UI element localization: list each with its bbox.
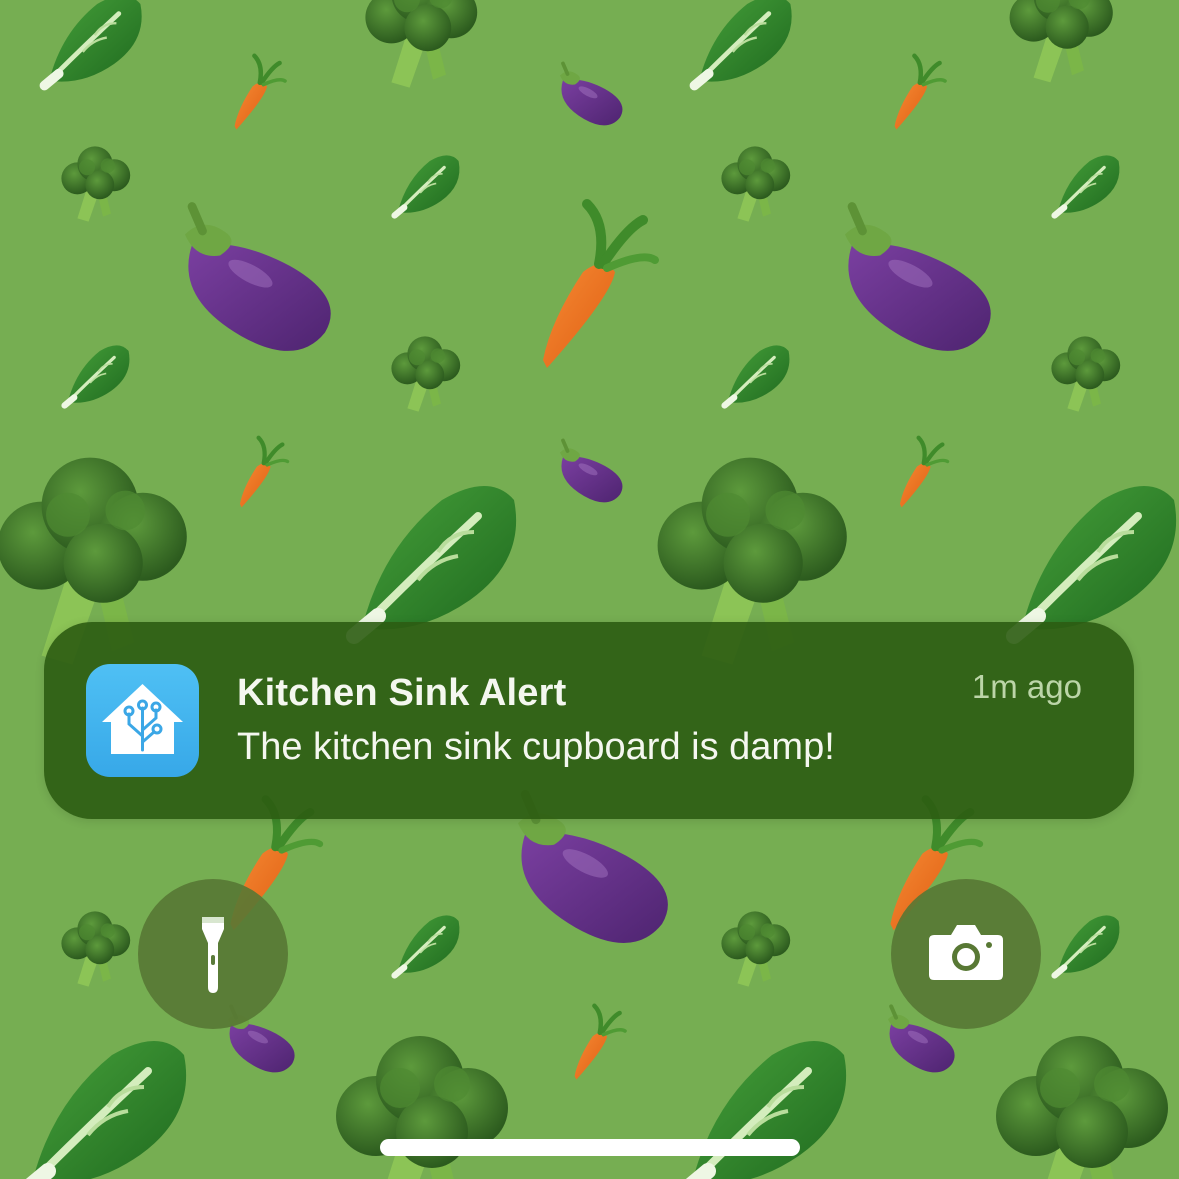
camera-button[interactable] bbox=[891, 879, 1041, 1029]
notification-timestamp: 1m ago bbox=[971, 668, 1082, 705]
flashlight-icon bbox=[202, 917, 224, 993]
home-assistant-icon bbox=[86, 664, 199, 777]
notification-title: Kitchen Sink Alert bbox=[237, 672, 567, 714]
notification-body: The kitchen sink cupboard is damp! bbox=[237, 726, 835, 768]
camera-icon bbox=[929, 925, 1003, 980]
flashlight-button[interactable] bbox=[138, 879, 288, 1029]
home-indicator[interactable] bbox=[380, 1139, 800, 1156]
notification-banner[interactable]: Kitchen Sink Alert The kitchen sink cupb… bbox=[44, 622, 1134, 819]
